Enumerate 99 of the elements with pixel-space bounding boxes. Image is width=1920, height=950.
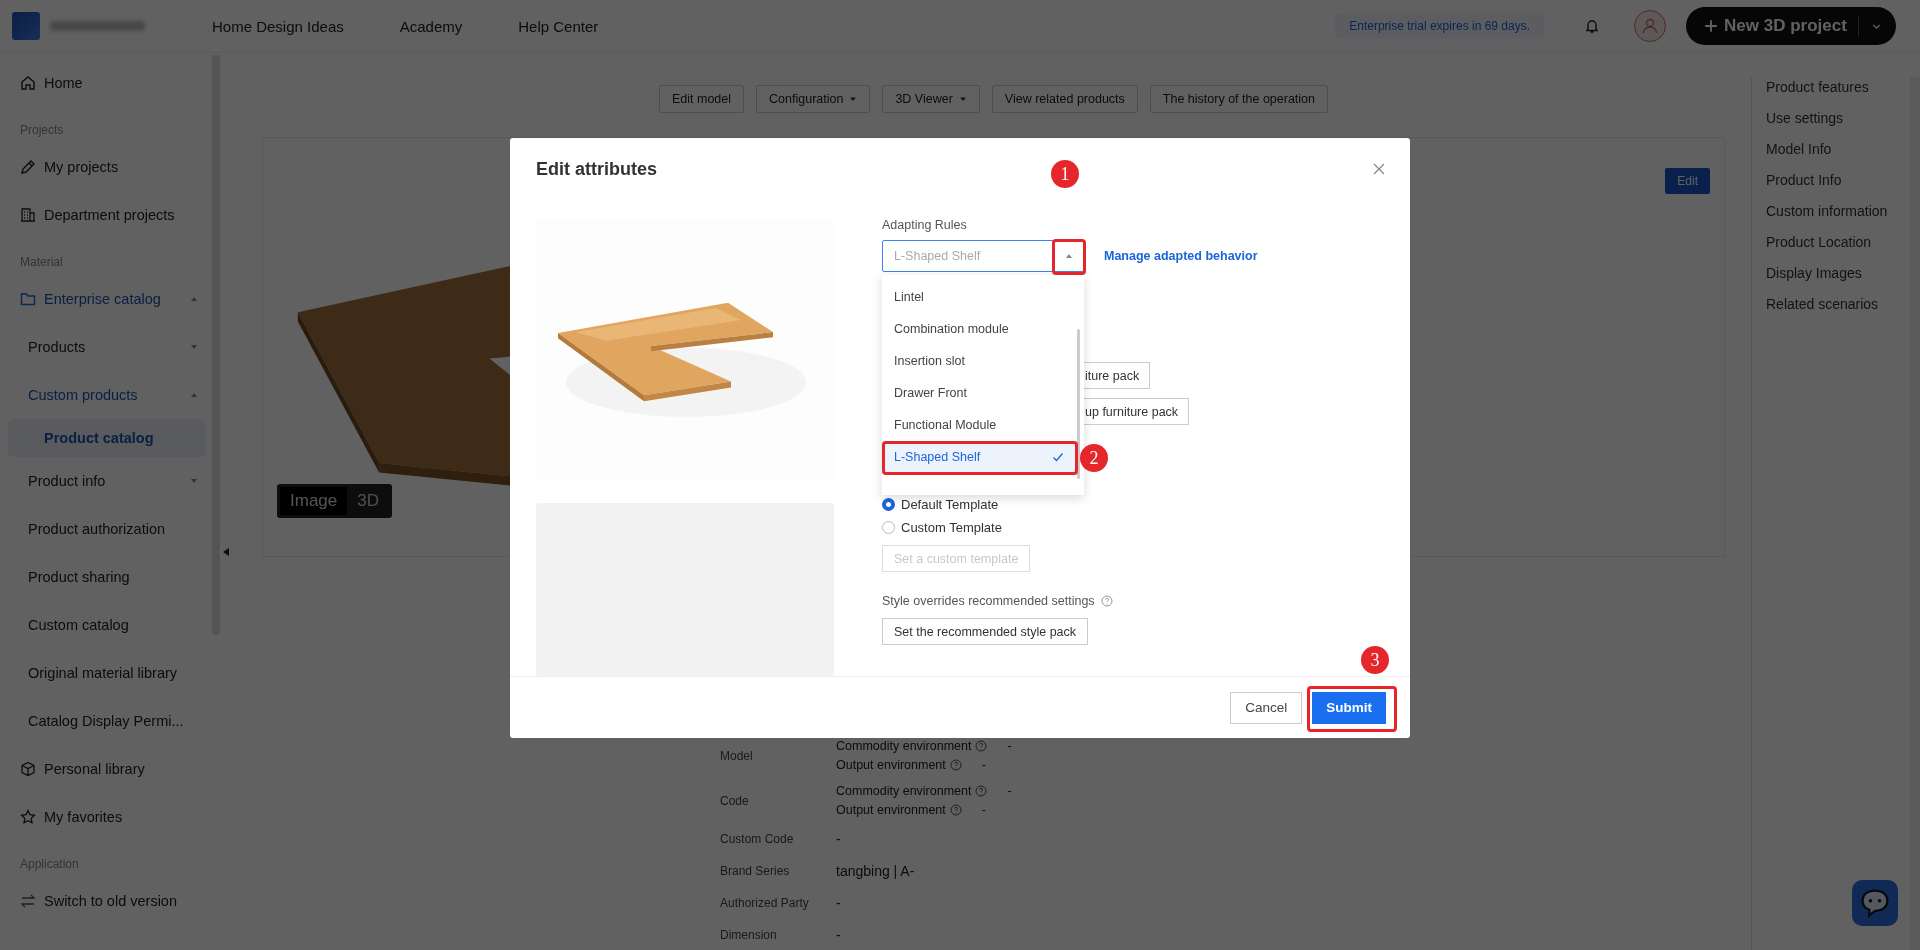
field-label: Code	[720, 793, 750, 808]
star-icon	[20, 809, 36, 825]
caret-icon	[190, 295, 198, 303]
sidebar-item[interactable]: Product sharing	[0, 553, 212, 601]
toolbar-button[interactable]: 3D Viewer	[882, 85, 980, 113]
field-value: -	[981, 758, 986, 772]
help-icon[interactable]	[975, 740, 988, 752]
manage-behavior-link[interactable]: Manage adapted behavior	[1104, 249, 1258, 263]
adapting-rules-select[interactable]: L-Shaped Shelf	[882, 240, 1084, 272]
caret-icon	[190, 477, 198, 485]
sidebar-item[interactable]: My projects	[0, 143, 212, 191]
furniture-pack-button[interactable]: iture pack	[1083, 362, 1151, 389]
sidebar-item[interactable]: Products	[0, 323, 212, 371]
toolbar-button[interactable]: View related products	[991, 85, 1138, 113]
field-label: Brand Series	[720, 864, 791, 878]
chat-assistant-icon[interactable]	[1852, 880, 1898, 926]
sidebar-item[interactable]: Switch to old version	[0, 877, 212, 925]
field-label: Custom Code	[720, 832, 795, 846]
environment-label: Commodity environment	[836, 739, 972, 753]
field-value: -	[981, 803, 986, 817]
field-value: -	[836, 831, 841, 847]
toolbar-button[interactable]: Configuration	[756, 85, 871, 113]
sidebar-item[interactable]: Product authorization	[0, 505, 212, 553]
building-icon	[20, 207, 36, 223]
nav-link[interactable]: Home Design Ideas	[212, 17, 344, 35]
anchor-link[interactable]: Product features	[1766, 77, 1888, 98]
dropdown-option[interactable]: Drawer Front	[882, 377, 1076, 409]
logo-icon	[12, 12, 40, 40]
anchor-link[interactable]: Custom information	[1766, 201, 1888, 222]
home-icon	[20, 75, 36, 91]
close-icon[interactable]	[1372, 162, 1386, 176]
avatar[interactable]	[1634, 10, 1666, 42]
pencil-icon	[20, 159, 36, 175]
sidebar-item[interactable]: Product catalog	[8, 419, 206, 457]
collapse-arrow-icon[interactable]	[223, 548, 229, 556]
dropdown-option[interactable]: Lintel	[882, 281, 1076, 313]
step-number: 2	[1080, 444, 1108, 472]
field-label: Style overrides recommended settings	[882, 594, 1095, 608]
toolbar-button[interactable]: Edit model	[659, 85, 745, 113]
help-icon[interactable]	[975, 785, 988, 797]
sidebar-item[interactable]: Department projects	[0, 191, 212, 239]
plus-icon	[1704, 19, 1718, 33]
sidebar-item[interactable]: Enterprise catalog	[0, 275, 212, 323]
new-project-button[interactable]: New 3D project	[1686, 7, 1896, 45]
help-icon[interactable]	[1100, 595, 1113, 607]
help-icon[interactable]	[949, 759, 962, 771]
dropdown-option[interactable]: Insertion slot	[882, 345, 1076, 377]
dialog-title: Edit attributes	[536, 158, 657, 180]
environment-label: Commodity environment	[836, 784, 972, 798]
environment-label: Output environment	[836, 803, 946, 817]
toolbar-button[interactable]: The history of the operation	[1149, 85, 1328, 113]
sidebar-item[interactable]: Original material library	[0, 649, 212, 697]
furniture-pack-button[interactable]: up furniture pack	[1083, 398, 1190, 425]
anchor-link[interactable]: Product Info	[1766, 170, 1888, 191]
field-label: Model	[720, 748, 754, 763]
caret-icon	[190, 391, 198, 399]
folder-icon	[20, 291, 36, 307]
field-label: Adapting Rules	[882, 218, 967, 232]
sidebar-item[interactable]: Personal library	[0, 745, 212, 793]
caret-icon	[190, 343, 198, 351]
nav-link[interactable]: Help Center	[518, 17, 599, 35]
bell-icon[interactable]	[1584, 18, 1600, 34]
field-value: -	[1007, 784, 1012, 798]
field-value: -	[836, 927, 841, 943]
template-radio[interactable]: Custom Template	[882, 520, 1002, 535]
sidebar-item[interactable]: My favorites	[0, 793, 212, 841]
step-number: 3	[1361, 646, 1389, 674]
anchor-link[interactable]: Use settings	[1766, 108, 1888, 129]
style-pack-button[interactable]: Set the recommended style pack	[882, 618, 1089, 645]
caret-icon	[1065, 252, 1073, 260]
field-label: Dimension	[720, 928, 778, 942]
cube-icon	[20, 761, 36, 777]
environment-label: Output environment	[836, 758, 946, 772]
step-number: 1	[1051, 160, 1079, 188]
trial-notice: Enterprise trial expires in 69 days.	[1335, 13, 1544, 39]
sidebar-item[interactable]: Custom catalog	[0, 601, 212, 649]
highlight-frame	[1052, 239, 1086, 275]
sidebar-item[interactable]: Home	[0, 59, 212, 107]
nav-link[interactable]: Academy	[399, 17, 463, 35]
checkmark-icon	[1052, 451, 1064, 463]
anchor-link[interactable]: Related scenarios	[1766, 294, 1888, 315]
anchor-link[interactable]: Model Info	[1766, 139, 1888, 160]
sidebar-item[interactable]: Catalog Display Permi...	[0, 697, 212, 745]
field-value: -	[836, 895, 841, 911]
swap-icon	[20, 893, 36, 909]
anchor-link[interactable]: Product Location	[1766, 232, 1888, 253]
field-label: Authorized Party	[720, 896, 810, 910]
help-icon[interactable]	[949, 804, 962, 816]
sidebar-item[interactable]: Product info	[0, 457, 212, 505]
submit-button[interactable]: Submit	[1312, 691, 1386, 724]
cancel-button[interactable]: Cancel	[1230, 691, 1303, 724]
edit-button[interactable]: Edit	[1665, 168, 1710, 194]
scrollbar-thumb[interactable]	[1077, 329, 1080, 479]
field-value: tangbing | A-	[836, 863, 915, 879]
dropdown-option[interactable]: Combination module	[882, 313, 1076, 345]
field-value: -	[1007, 739, 1012, 753]
dropdown-option[interactable]: Functional Module	[882, 409, 1076, 441]
anchor-link[interactable]: Display Images	[1766, 263, 1888, 284]
sidebar-item[interactable]: Custom products	[0, 371, 212, 419]
